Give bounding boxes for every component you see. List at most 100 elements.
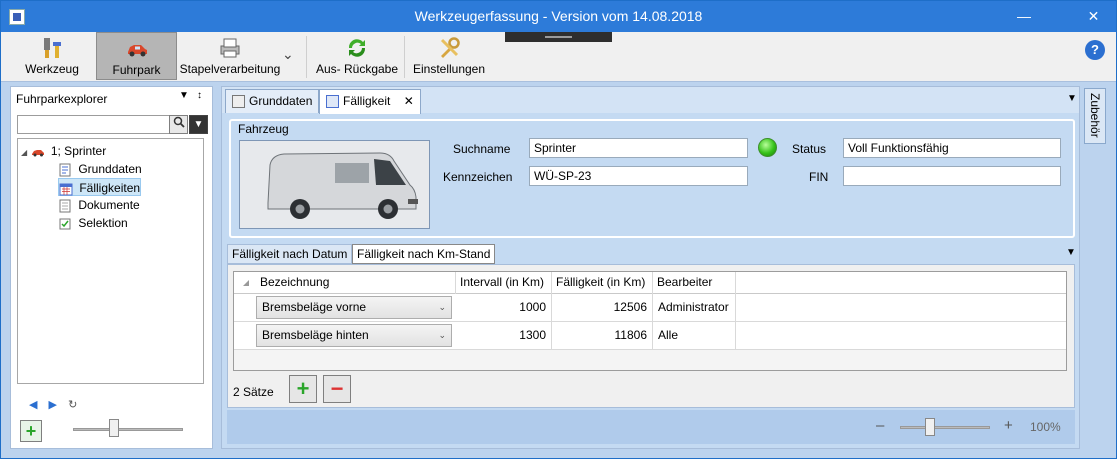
tree-node-faelligkeiten-label: Fälligkeiten [79, 181, 141, 195]
app-window: Werkzeugerfassung - Version vom 14.08.20… [0, 0, 1117, 459]
explorer-title: Fuhrparkexplorer [16, 92, 108, 106]
chevron-down-icon: ⌄ [438, 330, 446, 340]
previous-icon[interactable]: ◀ [29, 399, 37, 411]
zoom-slider-thumb[interactable] [925, 418, 935, 436]
intervall-cell[interactable]: 1000 [456, 294, 552, 322]
suchname-field[interactable]: Sprinter [529, 138, 748, 158]
ribbon-stapelverarbeitung-label: Stapelverarbeitung [179, 62, 281, 76]
faelligkeit-cell[interactable]: 11806 [552, 322, 653, 350]
document-icon [232, 95, 245, 109]
zoom-out-icon[interactable]: – [876, 417, 884, 434]
chevron-down-icon[interactable]: ⌄ [282, 46, 294, 63]
bearbeiter-cell[interactable]: Alle [653, 322, 736, 350]
ribbon-stapelverarbeitung-button[interactable]: Stapelverarbeitung [179, 32, 281, 80]
subtab-dropdown-icon[interactable]: ▼ [1066, 247, 1076, 258]
status-field[interactable]: Voll Funktionsfähig [843, 138, 1061, 158]
ribbon-ausgabe-button[interactable]: Aus- Rückgabe [313, 32, 401, 80]
tab-faelligkeit[interactable]: Fälligkeit ✕ [319, 89, 421, 114]
ribbon-fuhrpark-button[interactable]: Fuhrpark [96, 32, 177, 80]
ribbon-werkzeug-label: Werkzeug [25, 62, 79, 76]
printer-stack-icon [220, 38, 240, 58]
filter-dropdown-button[interactable]: ▼ [189, 115, 208, 134]
refresh-icon[interactable]: ↻ [68, 399, 77, 411]
zoom-slider[interactable] [900, 426, 990, 429]
ribbon-separator [404, 36, 405, 78]
search-icon[interactable] [169, 115, 188, 134]
tree-node-grunddaten-label: Grunddaten [78, 162, 142, 176]
title-bar: Werkzeugerfassung - Version vom 14.08.20… [1, 1, 1116, 32]
record-count: 2 Sätze [233, 385, 274, 399]
tree-node-faelligkeiten[interactable]: Fälligkeiten [58, 178, 142, 196]
ribbon-ausgabe-label: Aus- Rückgabe [315, 62, 399, 76]
fuhrpark-explorer: Fuhrparkexplorer ▼ ↕ ▼ ◢ 1; Sprinter Gru… [10, 86, 213, 449]
chevron-down-icon: ⌄ [438, 302, 446, 312]
tree-node-grunddaten[interactable]: Grunddaten [58, 160, 142, 178]
tab-faelligkeit-nach-km[interactable]: Fälligkeit nach Km-Stand [352, 244, 496, 264]
settings-tools-icon [440, 37, 460, 58]
ribbon-einstellungen-button[interactable]: Einstellungen [409, 32, 489, 80]
faelligkeit-cell[interactable]: 12506 [552, 294, 653, 322]
zoom-percent: 100% [1030, 420, 1061, 434]
tab-grunddaten-label: Grunddaten [249, 94, 313, 108]
pin-icon[interactable]: ↕ [197, 90, 202, 101]
status-label: Status [792, 142, 827, 156]
add-vehicle-button[interactable]: + [20, 420, 42, 442]
window-title: Werkzeugerfassung - Version vom 14.08.20… [414, 8, 703, 24]
column-intervall[interactable]: Intervall (in Km) [456, 272, 552, 294]
ribbon: Werkzeug Fuhrpark Stapelverarbeitung ⌄ A… [1, 32, 1116, 82]
faelligkeit-grid-panel: Bezeichnung Intervall (in Km) Fälligkeit… [227, 264, 1075, 408]
ribbon-fuhrpark-label: Fuhrpark [112, 63, 161, 77]
bezeichnung-select[interactable]: Bremsbeläge vorne ⌄ [256, 296, 452, 319]
suchname-label: Suchname [453, 142, 511, 156]
bezeichnung-select[interactable]: Bremsbeläge hinten ⌄ [256, 324, 452, 347]
calendar-icon [326, 95, 339, 109]
table-row[interactable]: Bremsbeläge vorne ⌄ 1000 12506 Administr… [234, 294, 1066, 322]
car-icon [127, 45, 147, 57]
intervall-cell[interactable]: 1300 [456, 322, 552, 350]
tree-node-sprinter[interactable]: ◢ 1; Sprinter [21, 142, 106, 160]
explorer-zoom-slider-thumb[interactable] [109, 419, 119, 437]
tree-node-dokumente[interactable]: Dokumente [58, 196, 140, 214]
explorer-search-input[interactable] [17, 115, 170, 134]
kennzeichen-field[interactable]: WÜ-SP-23 [529, 166, 748, 186]
tree-expander-icon[interactable]: ◢ [21, 148, 27, 157]
fahrzeug-group: Fahrzeug Suchname Sprinter Status Voll F… [229, 119, 1075, 238]
zoom-in-icon[interactable]: + [1004, 417, 1013, 434]
fin-field[interactable] [843, 166, 1061, 186]
ribbon-drag-handle[interactable] [505, 32, 612, 42]
column-faelligkeit[interactable]: Fälligkeit (in Km) [552, 272, 653, 294]
column-bezeichnung[interactable]: Bezeichnung [256, 272, 456, 294]
zoom-bar: – + 100% [227, 410, 1075, 444]
tab-faelligkeit-label: Fälligkeit [343, 94, 391, 108]
column-bearbeiter[interactable]: Bearbeiter [653, 272, 736, 294]
explorer-zoom-slider[interactable] [73, 428, 183, 431]
vehicle-image [239, 140, 430, 229]
car-icon [31, 149, 44, 157]
explorer-dropdown-icon[interactable]: ▼ [179, 90, 189, 101]
zubehoer-side-tab[interactable]: Zubehör [1084, 88, 1106, 144]
add-row-button[interactable]: + [289, 375, 317, 403]
help-icon[interactable]: ? [1085, 40, 1105, 60]
tab-close-icon[interactable]: ✕ [404, 94, 414, 108]
ribbon-werkzeug-button[interactable]: Werkzeug [19, 32, 85, 80]
remove-row-button[interactable]: − [323, 375, 351, 403]
document-tabstrip: Grunddaten Fälligkeit ✕ ▼ [222, 87, 1079, 114]
close-button[interactable]: ✕ [1071, 1, 1116, 32]
faelligkeit-grid: Bezeichnung Intervall (in Km) Fälligkeit… [233, 271, 1067, 371]
tab-grunddaten[interactable]: Grunddaten [225, 89, 320, 113]
tab-list-dropdown-icon[interactable]: ▼ [1067, 93, 1077, 104]
explorer-navigation: ◀ ▶ ↻ [29, 398, 77, 411]
table-row[interactable]: Bremsbeläge hinten ⌄ 1300 11806 Alle [234, 322, 1066, 350]
minimize-button[interactable]: — [1001, 1, 1047, 32]
bearbeiter-cell[interactable]: Administrator [653, 294, 736, 322]
bezeichnung-value: Bremsbeläge hinten [262, 328, 369, 342]
tree-node-selektion[interactable]: Selektion [58, 214, 128, 232]
selection-icon [59, 218, 71, 230]
bezeichnung-value: Bremsbeläge vorne [262, 300, 367, 314]
next-icon[interactable]: ▶ [49, 399, 57, 411]
fin-label: FIN [809, 170, 829, 184]
document-area: Grunddaten Fälligkeit ✕ ▼ Fahrzeug Suchn… [221, 86, 1080, 449]
grid-header: Bezeichnung Intervall (in Km) Fälligkeit… [234, 272, 1066, 294]
tree-node-sprinter-label: 1; Sprinter [50, 144, 107, 158]
tab-faelligkeit-nach-datum[interactable]: Fälligkeit nach Datum [227, 244, 353, 264]
